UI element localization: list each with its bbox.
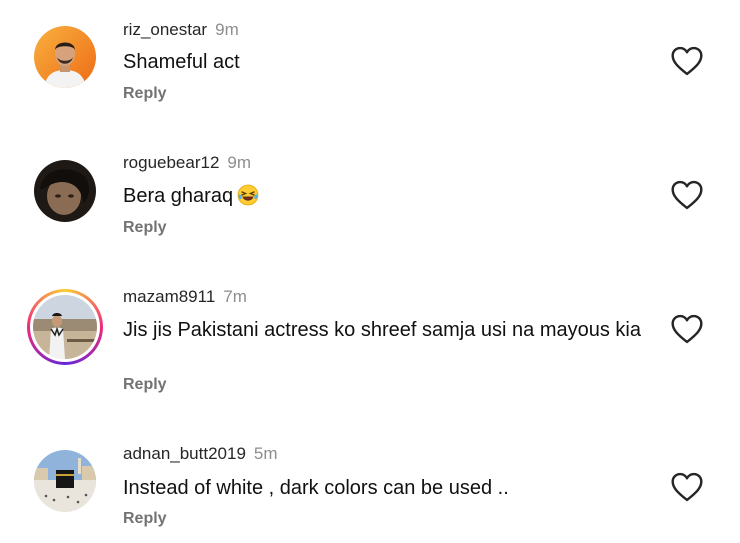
avatar-story-ring[interactable]	[27, 289, 103, 365]
like-button[interactable]	[670, 314, 704, 344]
like-button[interactable]	[670, 46, 704, 76]
avatar-ring-gap	[30, 292, 100, 362]
avatar-photo-icon	[34, 26, 96, 88]
avatar[interactable]	[30, 156, 100, 226]
comment-text: Shameful act	[123, 51, 240, 73]
avatar-image	[33, 295, 97, 359]
avatar[interactable]	[30, 22, 100, 92]
avatar-image	[34, 160, 96, 222]
timestamp: 7m	[223, 287, 247, 306]
laughing-emoji-icon	[237, 184, 259, 206]
reply-button[interactable]: Reply	[123, 85, 167, 103]
avatar[interactable]	[30, 446, 100, 516]
comment-text-body: Bera gharaq	[123, 185, 234, 207]
avatar-photo-icon	[34, 450, 96, 512]
avatar-photo-icon	[33, 295, 97, 359]
username[interactable]: riz_onestar	[123, 20, 207, 39]
timestamp: 9m	[227, 153, 252, 172]
like-button[interactable]	[670, 180, 704, 210]
username[interactable]: roguebear12	[123, 153, 219, 172]
comment-meta: riz_onestar 9m	[123, 20, 239, 40]
comment-text: Bera gharaq	[123, 184, 643, 208]
username[interactable]: mazam8911	[123, 287, 215, 306]
comment-meta: adnan_butt2019 5m	[123, 444, 278, 464]
comment-text: Instead of white , dark colors can be us…	[123, 477, 509, 499]
heart-outline-icon	[671, 314, 703, 344]
heart-outline-icon	[671, 46, 703, 76]
heart-outline-icon	[671, 180, 703, 210]
comment-meta: mazam8911 7m	[123, 287, 247, 307]
reply-button[interactable]: Reply	[123, 376, 167, 394]
comment-text: Jis jis Pakistani actress ko shreef samj…	[123, 319, 641, 341]
timestamp: 9m	[215, 20, 239, 39]
like-button[interactable]	[670, 472, 704, 502]
avatar-photo-icon	[34, 160, 96, 222]
username[interactable]: adnan_butt2019	[123, 444, 246, 463]
timestamp: 5m	[253, 444, 278, 463]
avatar-image	[34, 450, 96, 512]
reply-button[interactable]: Reply	[123, 510, 167, 528]
comment-meta: roguebear12 9m	[123, 153, 251, 173]
avatar-image	[34, 26, 96, 88]
reply-button[interactable]: Reply	[123, 219, 167, 237]
heart-outline-icon	[671, 472, 703, 502]
